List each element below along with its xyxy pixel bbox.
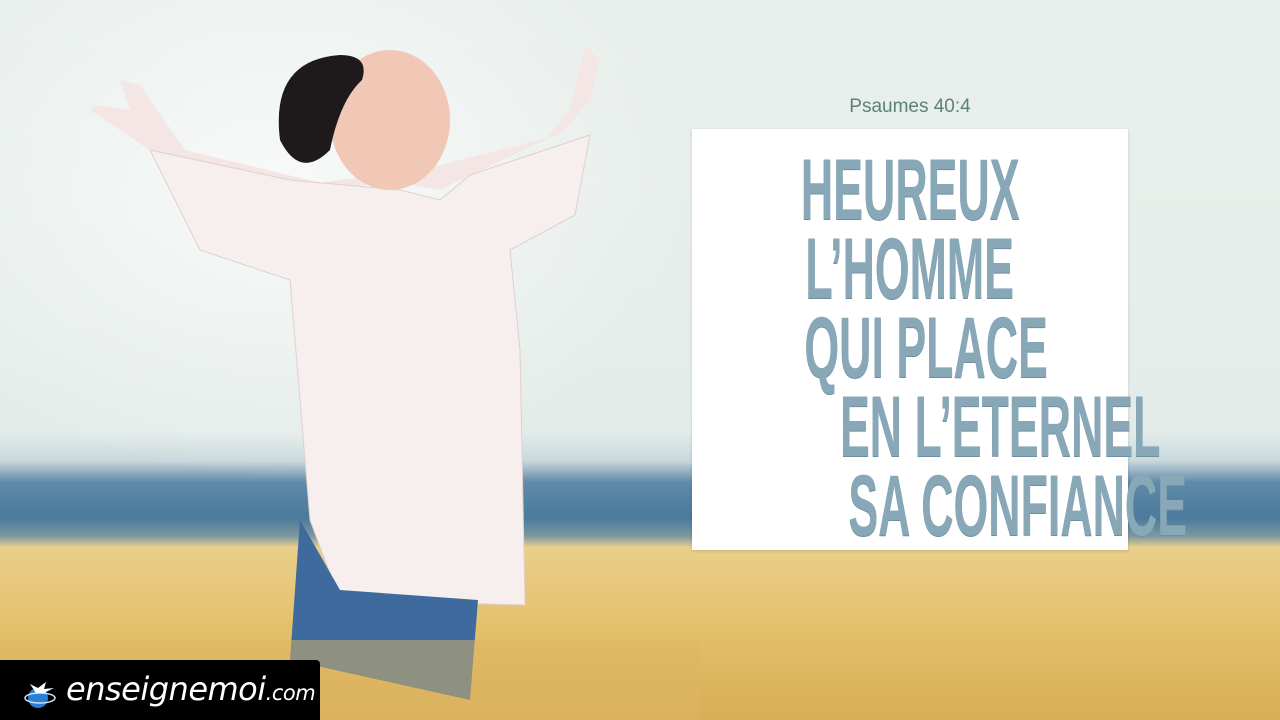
verse-line: L’HOMME (805, 221, 1015, 317)
verse-line: SA CONFIANCE (848, 458, 1188, 554)
verse-line: HEUREUX (800, 142, 1020, 238)
verse-line: EN L’ETERNEL (839, 379, 1161, 475)
scripture-reference: Psaumes 40:4 (849, 96, 971, 117)
verse-card: HEUREUX L’HOMME QUI PLACE EN L’ETERNEL S… (692, 129, 1188, 554)
verse-line: QUI PLACE (804, 300, 1048, 396)
site-logo[interactable]: enseignemoi.com (0, 660, 320, 720)
logo-text: enseignemoi.com (66, 670, 316, 708)
dove-globe-icon (24, 682, 56, 708)
man-in-wheat-field-photo (0, 45, 700, 720)
